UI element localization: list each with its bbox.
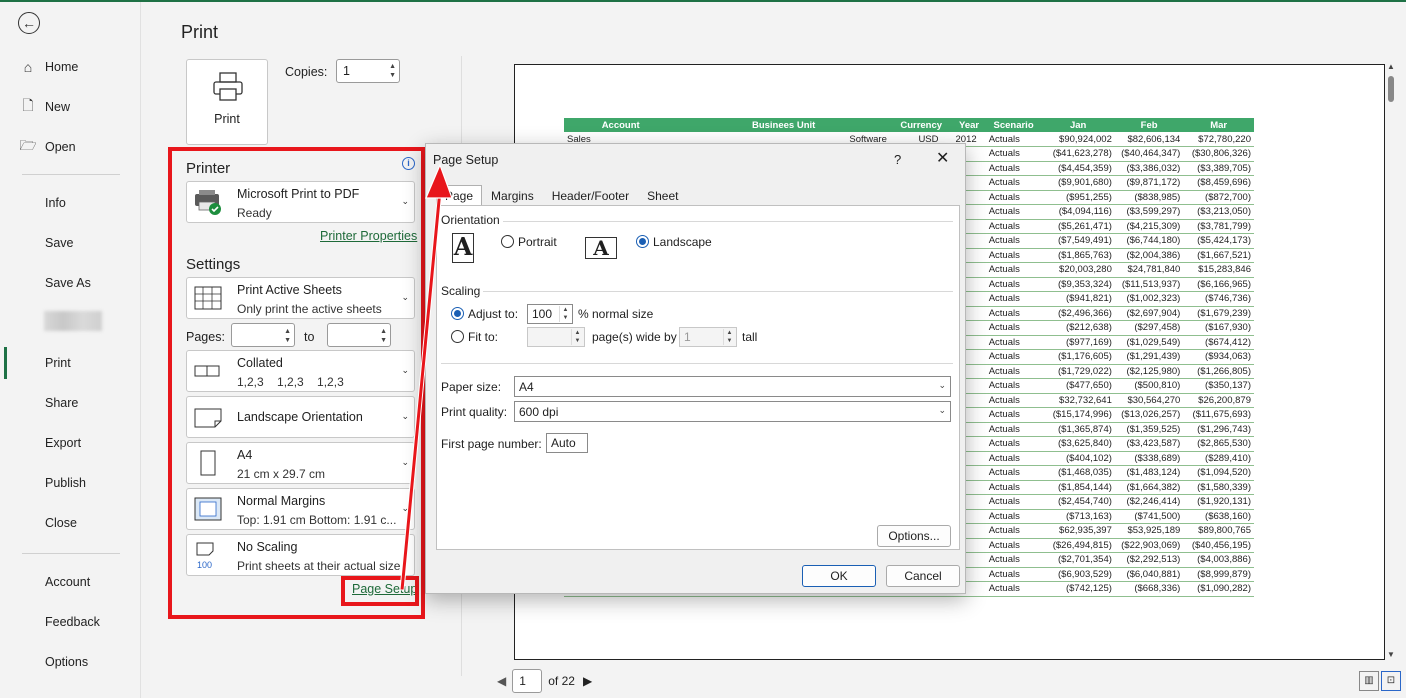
first-page-input[interactable]: Auto	[546, 433, 588, 453]
show-margins-icon[interactable]: ▥	[1359, 671, 1379, 691]
dialog-tabs: Page Margins Header/Footer Sheet	[436, 185, 687, 205]
copies-input[interactable]: 1 ▲ ▼	[336, 59, 400, 83]
scroll-up-icon[interactable]: ▲	[1387, 62, 1395, 71]
nav-export[interactable]: Export	[0, 428, 140, 458]
nav-home[interactable]: ⌂ Home	[0, 52, 140, 82]
portrait-preview-icon: A	[452, 232, 474, 263]
scroll-down-icon[interactable]: ▼	[1387, 650, 1395, 659]
prev-page-icon[interactable]: ◀	[497, 674, 506, 688]
group-line	[503, 221, 953, 222]
adjust-to-radio[interactable]	[451, 307, 464, 320]
fit-to-radio[interactable]	[451, 330, 464, 343]
annotation-highlight-box	[341, 576, 419, 606]
tall-label: tall	[742, 330, 758, 344]
tab-margins[interactable]: Margins	[482, 185, 543, 205]
nav-separator	[22, 174, 120, 175]
fit-to-label[interactable]: Fit to:	[468, 330, 498, 344]
fit-wide-input[interactable]: ▲ ▼	[527, 327, 585, 347]
cancel-button[interactable]: Cancel	[886, 565, 960, 587]
col-header: Year	[952, 118, 986, 132]
col-header: Account	[564, 118, 678, 132]
portrait-radio[interactable]	[501, 235, 514, 248]
annotation-highlight-box	[168, 147, 425, 619]
col-header: Jan	[1041, 118, 1115, 132]
print-button[interactable]: Print	[186, 59, 268, 145]
chevron-down-icon: ⌄	[938, 405, 946, 415]
preview-scrollbar[interactable]: ▲ ▼	[1386, 60, 1396, 662]
options-button[interactable]: Options...	[877, 525, 951, 547]
col-header: Scenario	[985, 118, 1042, 132]
ok-button[interactable]: OK	[802, 565, 876, 587]
copies-spinner[interactable]: ▲ ▼	[389, 62, 396, 80]
current-page-input[interactable]: 1	[512, 669, 543, 693]
nav-options[interactable]: Options	[0, 647, 140, 677]
nav-separator	[22, 553, 120, 554]
col-header: Currency	[889, 118, 953, 132]
nav-share[interactable]: Share	[0, 388, 140, 418]
home-icon: ⌂	[23, 59, 33, 75]
landscape-radio[interactable]	[636, 235, 649, 248]
nav-save-as[interactable]: Save As	[0, 268, 140, 298]
landscape-preview-icon: A	[585, 237, 617, 259]
group-line	[483, 291, 953, 292]
col-header: Businees Unit	[677, 118, 890, 132]
folder-icon: 🗁	[19, 137, 37, 153]
help-button[interactable]: ?	[894, 152, 901, 167]
spinner-icon[interactable]: ▲ ▼	[571, 329, 583, 345]
nav-publish[interactable]: Publish	[0, 468, 140, 498]
page-count: of 22	[548, 674, 575, 688]
next-page-icon[interactable]: ▶	[583, 674, 592, 688]
nav-info[interactable]: Info	[0, 188, 140, 218]
zoom-to-page-icon[interactable]: ⊡	[1381, 671, 1401, 691]
nav-account[interactable]: Account	[0, 567, 140, 597]
page-tab-panel: Orientation A Portrait A Landscape Scali…	[436, 205, 960, 550]
table-header-row: Account Businees Unit Currency Year Scen…	[564, 118, 1254, 132]
new-document-icon: 🗋	[22, 97, 34, 113]
portrait-label[interactable]: Portrait	[518, 235, 557, 249]
nav-open[interactable]: 🗁 Open	[0, 132, 140, 162]
nav-print[interactable]: Print	[0, 348, 140, 378]
print-quality-select[interactable]: 600 dpi ⌄	[514, 401, 951, 422]
first-page-label: First page number:	[441, 437, 542, 451]
back-arrow-icon[interactable]: ←	[18, 12, 40, 34]
tab-page[interactable]: Page	[436, 185, 483, 205]
paper-size-label: Paper size:	[441, 380, 502, 394]
pages-wide-label: page(s) wide by	[592, 330, 677, 344]
close-icon[interactable]: ✕	[936, 148, 949, 168]
normal-size-label: % normal size	[578, 307, 654, 321]
chevron-down-icon: ⌄	[938, 380, 946, 390]
nav-save[interactable]: Save	[0, 228, 140, 258]
page-title: Print	[181, 22, 219, 42]
adjust-to-label[interactable]: Adjust to:	[468, 307, 518, 321]
section-divider	[441, 363, 953, 364]
landscape-label[interactable]: Landscape	[653, 235, 712, 249]
orientation-group-label: Orientation	[441, 213, 500, 227]
copies-label: Copies:	[285, 65, 328, 79]
printer-icon	[213, 72, 243, 101]
scaling-group-label: Scaling	[441, 284, 481, 298]
paper-size-select[interactable]: A4 ⌄	[514, 376, 951, 397]
spinner-icon[interactable]: ▲ ▼	[559, 306, 571, 322]
col-header: Mar	[1183, 118, 1254, 132]
nav-feedback[interactable]: Feedback	[0, 607, 140, 637]
dialog-title: Page Setup	[433, 153, 499, 167]
title-accent-line	[0, 0, 1406, 2]
backstage-sidebar: ← ⌂ Home 🗋 New 🗁 Open Info Save Save As …	[0, 2, 141, 698]
nav-new[interactable]: 🗋 New	[0, 92, 140, 122]
spinner-icon[interactable]: ▲ ▼	[723, 329, 735, 345]
tab-sheet[interactable]: Sheet	[638, 185, 687, 205]
blurred-nav-item[interactable]	[44, 311, 102, 331]
scroll-thumb[interactable]	[1388, 76, 1394, 102]
page-navigator: ◀ 1 of 22 ▶	[497, 668, 592, 694]
tab-header-footer[interactable]: Header/Footer	[543, 185, 638, 205]
print-quality-label: Print quality:	[441, 405, 508, 419]
fit-tall-input[interactable]: 1 ▲ ▼	[679, 327, 737, 347]
adjust-to-input[interactable]: 100 ▲ ▼	[527, 304, 573, 324]
page-setup-dialog: Page Setup ? ✕ Page Margins Header/Foote…	[425, 143, 966, 594]
col-header: Feb	[1114, 118, 1184, 132]
nav-close[interactable]: Close	[0, 508, 140, 538]
